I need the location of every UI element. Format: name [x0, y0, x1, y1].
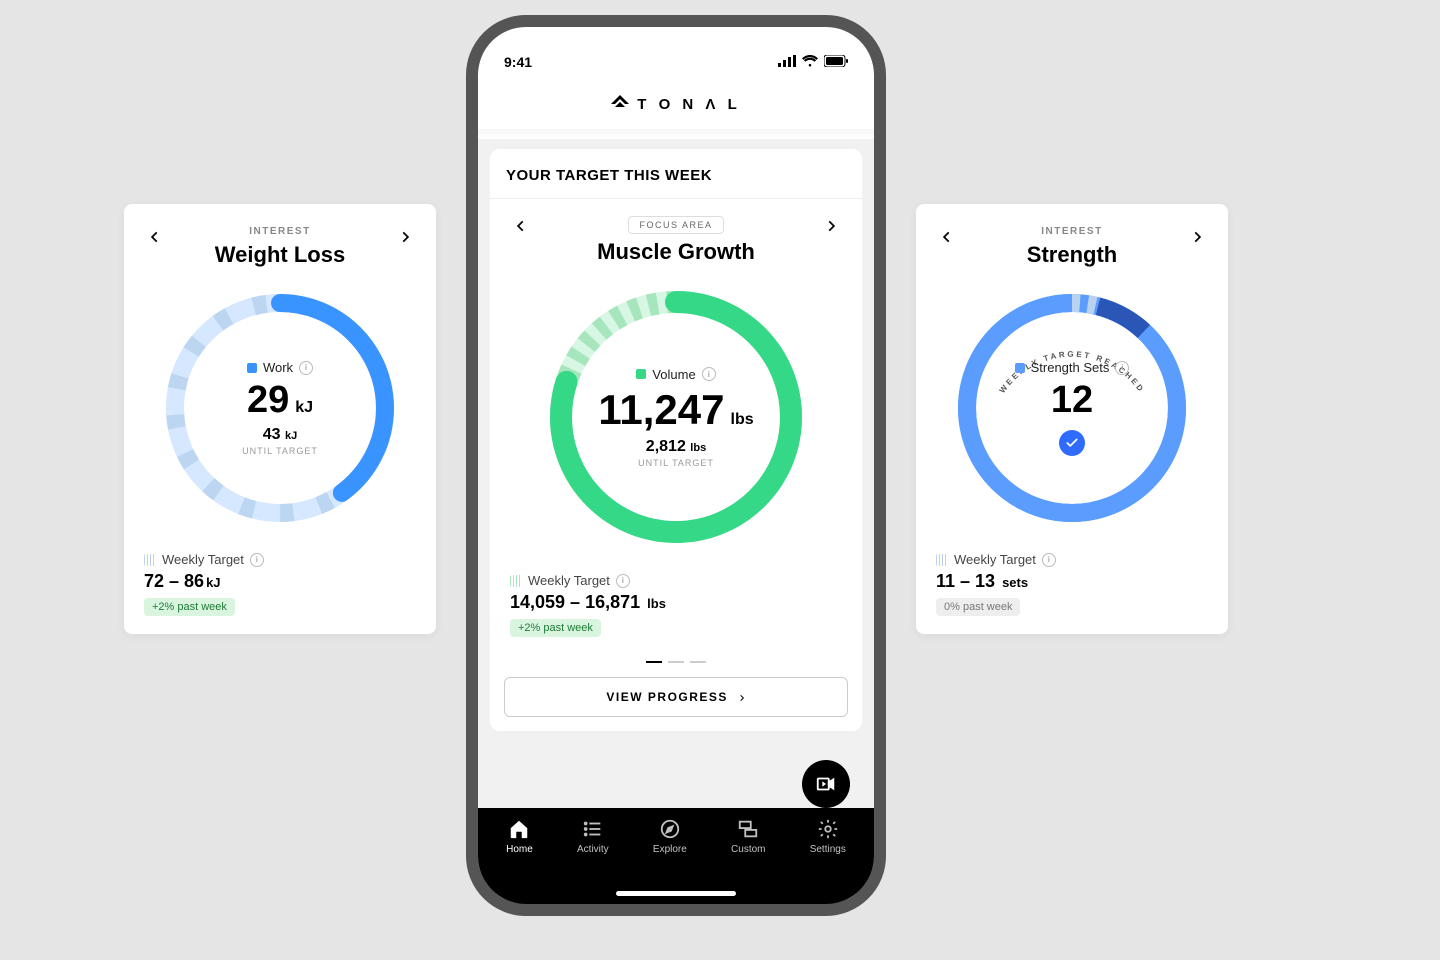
weekly-target-range: 14,059 – 16,871 lbs [510, 592, 842, 613]
check-icon [1059, 430, 1085, 456]
section-title: YOUR TARGET THIS WEEK [490, 149, 862, 199]
card-type: INTEREST [958, 226, 1186, 237]
card-weight-loss: INTEREST Weight Loss Worki 29kJ 43 kJ UN… [124, 204, 436, 634]
info-icon[interactable]: i [702, 367, 716, 381]
progress-ring: Volumei 11,247lbs 2,812 lbs UNTIL TARGET [542, 283, 810, 551]
status-bar: 9:41 [478, 27, 874, 85]
page-indicator [490, 661, 862, 663]
nav-custom[interactable]: Custom [731, 818, 765, 855]
card-strength: INTEREST Strength WEEKLY TARGET REACHED … [916, 204, 1228, 634]
nav-home[interactable]: Home [506, 818, 533, 855]
weekly-target-range: 11 – 13 sets [936, 571, 1208, 592]
weekly-target-card: YOUR TARGET THIS WEEK FOCUS AREA Muscle … [490, 149, 862, 731]
weekly-target-range: 72 – 86kJ [144, 571, 416, 592]
video-fab[interactable] [802, 760, 850, 808]
nav-activity[interactable]: Activity [577, 818, 609, 855]
info-icon[interactable]: i [616, 574, 630, 588]
prev-button[interactable] [510, 215, 532, 237]
next-button[interactable] [820, 215, 842, 237]
prev-button[interactable] [144, 226, 166, 248]
nav-explore[interactable]: Explore [653, 818, 687, 855]
info-icon[interactable]: i [299, 361, 313, 375]
metric-value: 12 [1051, 379, 1093, 422]
brand-logo-icon [611, 95, 629, 113]
info-icon[interactable]: i [250, 553, 264, 567]
card-title: Muscle Growth [532, 239, 820, 265]
brand: T O N Λ L [478, 85, 874, 139]
cellular-icon [778, 54, 796, 70]
remaining: 43 kJ UNTIL TARGET [242, 426, 318, 456]
card-title: Strength [958, 242, 1186, 268]
phone-frame: 9:41 T O N Λ L YOUR TARGET THIS WEEK FOC… [466, 15, 886, 916]
metric-value: 29kJ [247, 379, 313, 422]
nav-settings[interactable]: Settings [810, 818, 846, 855]
weekly-target-label: Weekly Targeti [936, 552, 1208, 567]
next-button[interactable] [394, 226, 416, 248]
wifi-icon [802, 54, 818, 70]
change-badge: 0% past week [936, 598, 1020, 616]
metric-label: Volumei [636, 367, 715, 382]
home-indicator [616, 891, 736, 896]
next-button[interactable] [1186, 226, 1208, 248]
change-badge: +2% past week [510, 619, 601, 637]
metric-label: Strength Setsi [1015, 360, 1130, 375]
weekly-target-label: Weekly Targeti [144, 552, 416, 567]
card-type: FOCUS AREA [628, 216, 723, 234]
card-type: INTEREST [166, 226, 394, 237]
change-badge: +2% past week [144, 598, 235, 616]
progress-ring: WEEKLY TARGET REACHED Strength Setsi 12 [950, 286, 1194, 530]
progress-ring: Worki 29kJ 43 kJ UNTIL TARGET [158, 286, 402, 530]
metric-label: Worki [247, 360, 313, 375]
weekly-target-label: Weekly Targeti [510, 573, 842, 588]
info-icon[interactable]: i [1115, 361, 1129, 375]
status-time: 9:41 [504, 54, 532, 70]
view-progress-button[interactable]: VIEW PROGRESS [504, 677, 848, 717]
battery-icon [824, 54, 848, 70]
remaining: 2,812 lbs UNTIL TARGET [638, 438, 714, 468]
card-title: Weight Loss [166, 242, 394, 268]
info-icon[interactable]: i [1042, 553, 1056, 567]
bottom-nav: Home Activity Explore Custom Settings [478, 808, 874, 904]
metric-value: 11,247lbs [598, 386, 753, 434]
prev-button[interactable] [936, 226, 958, 248]
card-muscle-growth: FOCUS AREA Muscle Growth Volumei 11,247l… [490, 199, 862, 645]
